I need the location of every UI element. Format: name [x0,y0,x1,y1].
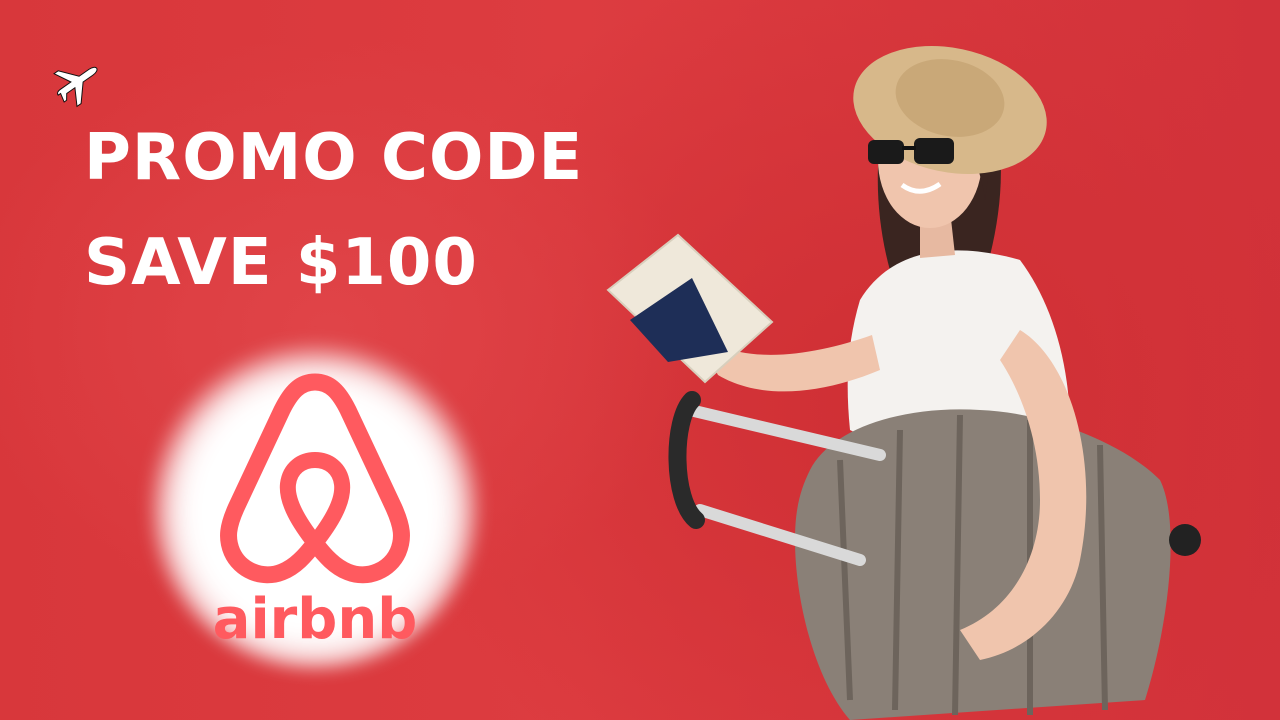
headline-line-save-amount: SAVE $100 [84,225,478,300]
traveler-photo [606,46,1201,720]
promo-headline: PROMO CODE SAVE $100 [84,106,583,316]
airbnb-belo-icon: airbnb [213,373,418,652]
headline-line-promo-code: PROMO CODE [84,121,584,195]
airbnb-logo: airbnb [150,340,480,670]
airbnb-wordmark: airbnb [213,587,418,652]
airplane-icon [53,66,98,108]
